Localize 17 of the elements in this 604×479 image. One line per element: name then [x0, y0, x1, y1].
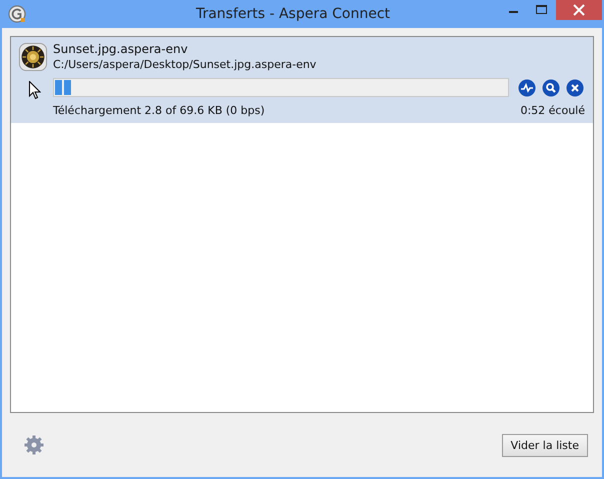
- transfer-status: Téléchargement 2.8 of 69.6 KB (0 bps): [53, 104, 265, 117]
- settings-icon[interactable]: [24, 435, 44, 455]
- transfer-row[interactable]: Sunset.jpg.aspera-env C:/Users/aspera/Desktop/Sunset.jpg.aspera-env Téléchargement 2.8 of 69.6 KB (0 bps) 0:52 écoulé: [11, 37, 593, 123]
- window-title: Transferts - Aspera Connect: [194, 6, 392, 22]
- search-button[interactable]: [541, 78, 561, 96]
- close-button[interactable]: [556, 0, 602, 20]
- file-name: Sunset.jpg.aspera-env: [53, 41, 189, 57]
- app-icon: [8, 5, 26, 23]
- close-icon: [573, 4, 585, 16]
- elapsed-time: 0:52 écoulé: [520, 104, 585, 117]
- clear-list-button[interactable]: Vider la liste: [502, 434, 588, 456]
- close-button[interactable]: [565, 78, 585, 96]
- file-path: C:/Users/aspera/Desktop/Sunset.jpg.aspera-env: [53, 57, 318, 72]
- graph-button[interactable]: [517, 78, 537, 96]
- mouse-cursor-icon: [29, 81, 41, 100]
- maximize-icon: [536, 5, 548, 15]
- aspera-file-icon: [19, 41, 47, 73]
